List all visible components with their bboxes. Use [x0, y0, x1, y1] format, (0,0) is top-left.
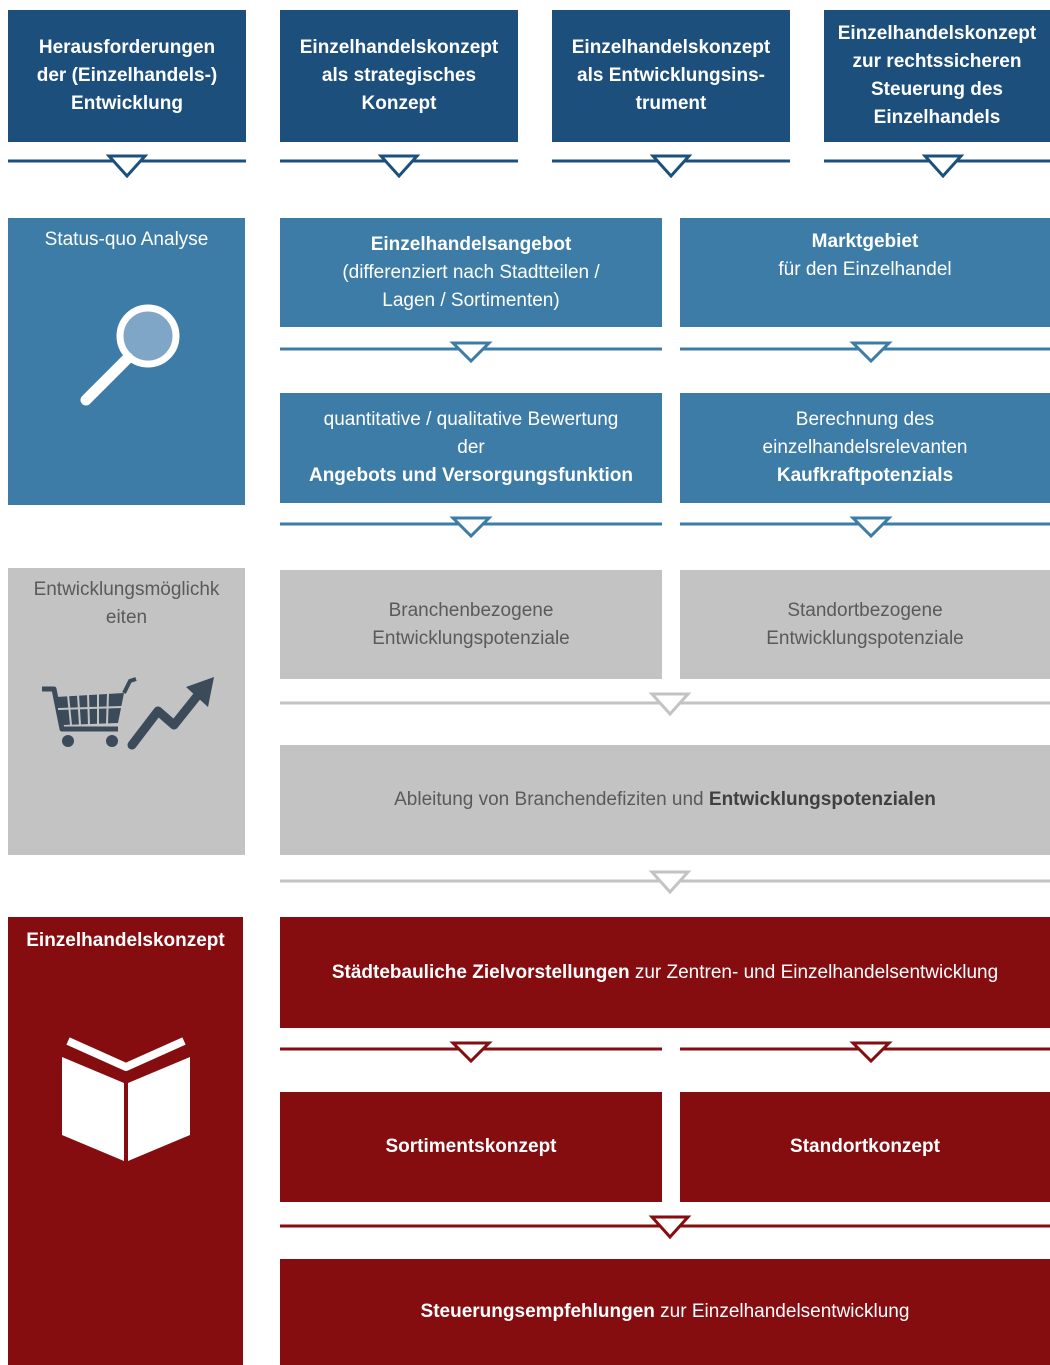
- connector-arrow: [280, 516, 662, 539]
- connector-arrow: [680, 341, 1050, 364]
- top-box-1-line2: der (Einzelhandels-): [36, 65, 218, 86]
- open-book-icon: [62, 1037, 190, 1161]
- connector-arrow: [552, 154, 790, 179]
- konzept-title: Einzelhandelskonzept: [26, 930, 225, 951]
- top-box-4-line2: zur rechtssicheren: [852, 51, 1022, 72]
- connector-arrow: [680, 516, 1050, 539]
- standort-line1: Standortbezogene: [787, 599, 943, 621]
- top-box-2-line2: als strategisches: [321, 65, 477, 86]
- top-box-4-line3: Steuerung des: [871, 79, 1003, 100]
- top-box-steuerung: Einzelhandelskonzept zur rechtssicheren …: [824, 10, 1050, 142]
- bewertung-line1: quantitative / qualitative Bewertung: [323, 409, 619, 430]
- connector-arrow: [280, 692, 1050, 717]
- kaufkraft-line1: Berechnung des: [795, 409, 935, 430]
- shopping-cart-icon: [42, 677, 137, 747]
- box-standortkonzept: Standortkonzept: [680, 1092, 1050, 1202]
- marktgebiet-title: Marktgebiet: [811, 231, 919, 252]
- top-box-3-line3: trument: [635, 93, 707, 114]
- connector-arrow: [280, 341, 662, 364]
- top-box-1-line1: Herausforderungen: [38, 37, 216, 58]
- box-ableitung: Ableitung von Branchendefiziten und Entw…: [280, 745, 1050, 855]
- top-box-2-line3: Konzept: [361, 93, 437, 114]
- box-branchenbezogen: Branchenbezogene Entwicklungspotenziale: [280, 570, 662, 679]
- entwicklung-panel: Entwicklungsmöglichk eiten: [8, 568, 245, 855]
- sortiment-label: Sortimentskonzept: [385, 1136, 557, 1157]
- trend-arrow-icon: [127, 677, 214, 750]
- box-bewertung: quantitative / qualitative Bewertung der…: [280, 393, 662, 503]
- konzept-panel: Einzelhandelskonzept: [8, 917, 243, 1365]
- ableitung-text: Ableitung von Branchendefiziten und: [394, 789, 709, 810]
- connector-arrow: [8, 154, 246, 179]
- standort-line2: Entwicklungspotenziale: [766, 627, 964, 649]
- box-einzelhandelsangebot: Einzelhandelsangebot (differenziert nach…: [280, 218, 662, 327]
- ziel-bold: Städtebauliche Zielvorstellungen: [331, 961, 630, 983]
- top-box-4-line1: Einzelhandelskonzept: [837, 23, 1037, 44]
- status-quo-panel: Status-quo Analyse: [8, 218, 245, 505]
- top-box-4-line4: Einzelhandels: [873, 107, 1001, 128]
- connector-arrow: [280, 1041, 662, 1064]
- bewertung-title: Angebots und Versorgungsfunktion: [308, 465, 634, 486]
- top-box-strategisch: Einzelhandelskonzept als strategisches K…: [280, 10, 518, 142]
- connector-arrow: [680, 1041, 1050, 1064]
- top-box-3-line1: Einzelhandelskonzept: [571, 37, 771, 58]
- entwicklung-title: Entwicklungsmöglichk eiten: [8, 576, 245, 632]
- branchen-line1: Branchenbezogene: [388, 599, 554, 621]
- top-box-entwicklungsinstrument: Einzelhandelskonzept als Entwicklungsins…: [552, 10, 790, 142]
- angebot-line2: (differenziert nach Stadtteilen /: [342, 261, 600, 283]
- box-standortbezogen: Standortbezogene Entwicklungspotenziale: [680, 570, 1050, 679]
- box-marktgebiet: Marktgebiet für den Einzelhandel: [680, 218, 1050, 327]
- entwicklung-title-line1: Entwicklungsmöglichk: [33, 579, 220, 600]
- angebot-title: Einzelhandelsangebot: [370, 233, 572, 255]
- box-steuerungsempfehlungen: Steuerungsempfehlungen zur Einzelhandels…: [280, 1259, 1050, 1365]
- box-sortimentskonzept: Sortimentskonzept: [280, 1092, 662, 1202]
- steuerung-bold: Steuerungsempfehlungen: [420, 1301, 655, 1322]
- connector-arrow: [280, 154, 518, 179]
- top-box-1-line3: Entwicklung: [71, 93, 183, 114]
- entwicklung-title-line2: eiten: [105, 607, 148, 628]
- status-quo-title: Status-quo Analyse: [44, 229, 209, 250]
- steuerung-text: zur Einzelhandelsentwicklung: [654, 1301, 910, 1322]
- branchen-line2: Entwicklungspotenziale: [372, 627, 570, 649]
- ableitung-bold: Entwicklungspotenzialen: [708, 789, 936, 810]
- standortkonzept-label: Standortkonzept: [790, 1136, 940, 1157]
- ziel-text: zur Zentren- und Einzelhandelsentwicklun…: [629, 961, 999, 983]
- box-zielvorstellungen: Städtebauliche Zielvorstellungen zur Zen…: [280, 917, 1050, 1028]
- angebot-line3: Lagen / Sortimenten): [382, 289, 560, 311]
- top-box-2-line1: Einzelhandelskonzept: [299, 37, 499, 58]
- top-box-herausforderungen: Herausforderungen der (Einzelhandels-) E…: [8, 10, 246, 142]
- bewertung-line2: der: [457, 437, 485, 458]
- magnifier-icon: [80, 304, 180, 406]
- kaufkraft-line2: einzelhandelsrelevanten: [762, 437, 968, 458]
- connector-arrow: [824, 154, 1050, 179]
- box-kaufkraft: Berechnung des einzelhandelsrelevanten K…: [680, 393, 1050, 503]
- kaufkraft-title: Kaufkraftpotenzials: [776, 465, 954, 486]
- connector-arrow: [280, 870, 1050, 895]
- top-box-3-line2: als Entwicklungsins-: [577, 65, 765, 86]
- marktgebiet-line2: für den Einzelhandel: [778, 259, 952, 280]
- connector-arrow: [280, 1215, 1050, 1240]
